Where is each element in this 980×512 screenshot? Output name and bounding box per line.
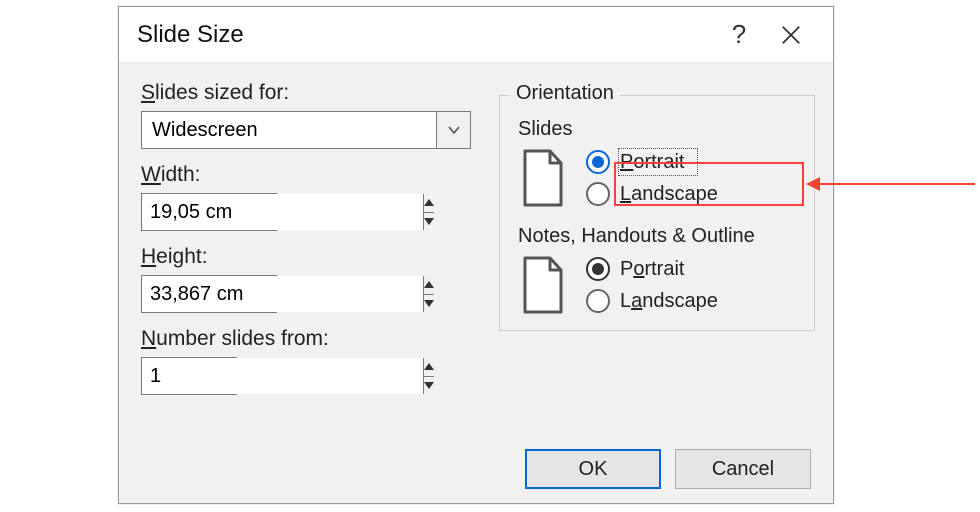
- page-portrait-icon: [518, 256, 568, 314]
- close-button[interactable]: [765, 7, 817, 63]
- triangle-down-icon: [424, 300, 434, 307]
- radio-slides-landscape[interactable]: Landscape: [586, 182, 718, 206]
- width-up-button[interactable]: [424, 194, 434, 212]
- triangle-down-icon: [424, 382, 434, 389]
- titlebar: Slide Size ?: [119, 7, 833, 63]
- triangle-down-icon: [424, 218, 434, 225]
- chevron-down-icon: [447, 125, 461, 135]
- width-spinner[interactable]: [141, 193, 277, 231]
- height-down-button[interactable]: [424, 294, 434, 313]
- width-label: Width:: [141, 163, 477, 187]
- number-up-button[interactable]: [424, 358, 434, 376]
- slide-size-dialog: Slide Size ? Slides sized for:: [118, 6, 834, 504]
- number-from-spinner[interactable]: [141, 357, 237, 395]
- size-fields: Slides sized for: Width:: [141, 81, 477, 395]
- radio-notes-landscape-label: Landscape: [620, 290, 718, 313]
- dialog-title: Slide Size: [137, 21, 244, 49]
- page-portrait-icon: [518, 149, 568, 207]
- width-value[interactable]: [142, 194, 423, 230]
- radio-slides-landscape-label: Landscape: [620, 183, 718, 206]
- orientation-group: Orientation Slides Portrait: [499, 95, 815, 331]
- number-down-button[interactable]: [424, 376, 434, 395]
- number-from-value[interactable]: [142, 358, 423, 394]
- width-down-button[interactable]: [424, 212, 434, 231]
- triangle-up-icon: [424, 281, 434, 288]
- height-up-button[interactable]: [424, 276, 434, 294]
- height-label: Height:: [141, 245, 477, 269]
- sized-for-label: Slides sized for:: [141, 81, 477, 105]
- radio-slides-portrait-label: Portrait: [620, 151, 684, 174]
- radio-notes-landscape[interactable]: Landscape: [586, 289, 718, 313]
- radio-notes-portrait[interactable]: Portrait: [586, 257, 718, 281]
- height-spinner[interactable]: [141, 275, 277, 313]
- help-button[interactable]: ?: [713, 7, 765, 63]
- help-icon: ?: [732, 19, 746, 50]
- notes-orientation-group: Notes, Handouts & Outline Portrait: [512, 225, 802, 314]
- cancel-button-label: Cancel: [712, 458, 774, 481]
- slides-sublabel: Slides: [518, 118, 802, 141]
- cancel-button[interactable]: Cancel: [675, 449, 811, 489]
- close-icon: [780, 24, 802, 46]
- ok-button[interactable]: OK: [525, 449, 661, 489]
- triangle-up-icon: [424, 363, 434, 370]
- sized-for-dropdown-button[interactable]: [436, 112, 470, 148]
- sized-for-combobox[interactable]: [141, 111, 471, 149]
- annotation-arrow-line: [820, 183, 975, 185]
- slides-orientation-group: Slides Portrait: [512, 118, 802, 207]
- notes-sublabel: Notes, Handouts & Outline: [518, 225, 802, 248]
- number-from-label: Number slides from:: [141, 327, 477, 351]
- radio-notes-portrait-label: Portrait: [620, 258, 684, 281]
- sized-for-value[interactable]: [142, 112, 436, 148]
- orientation-group-label: Orientation: [510, 82, 620, 105]
- radio-slides-portrait[interactable]: Portrait: [586, 150, 718, 174]
- triangle-up-icon: [424, 199, 434, 206]
- height-value[interactable]: [142, 276, 423, 312]
- ok-button-label: OK: [579, 458, 608, 481]
